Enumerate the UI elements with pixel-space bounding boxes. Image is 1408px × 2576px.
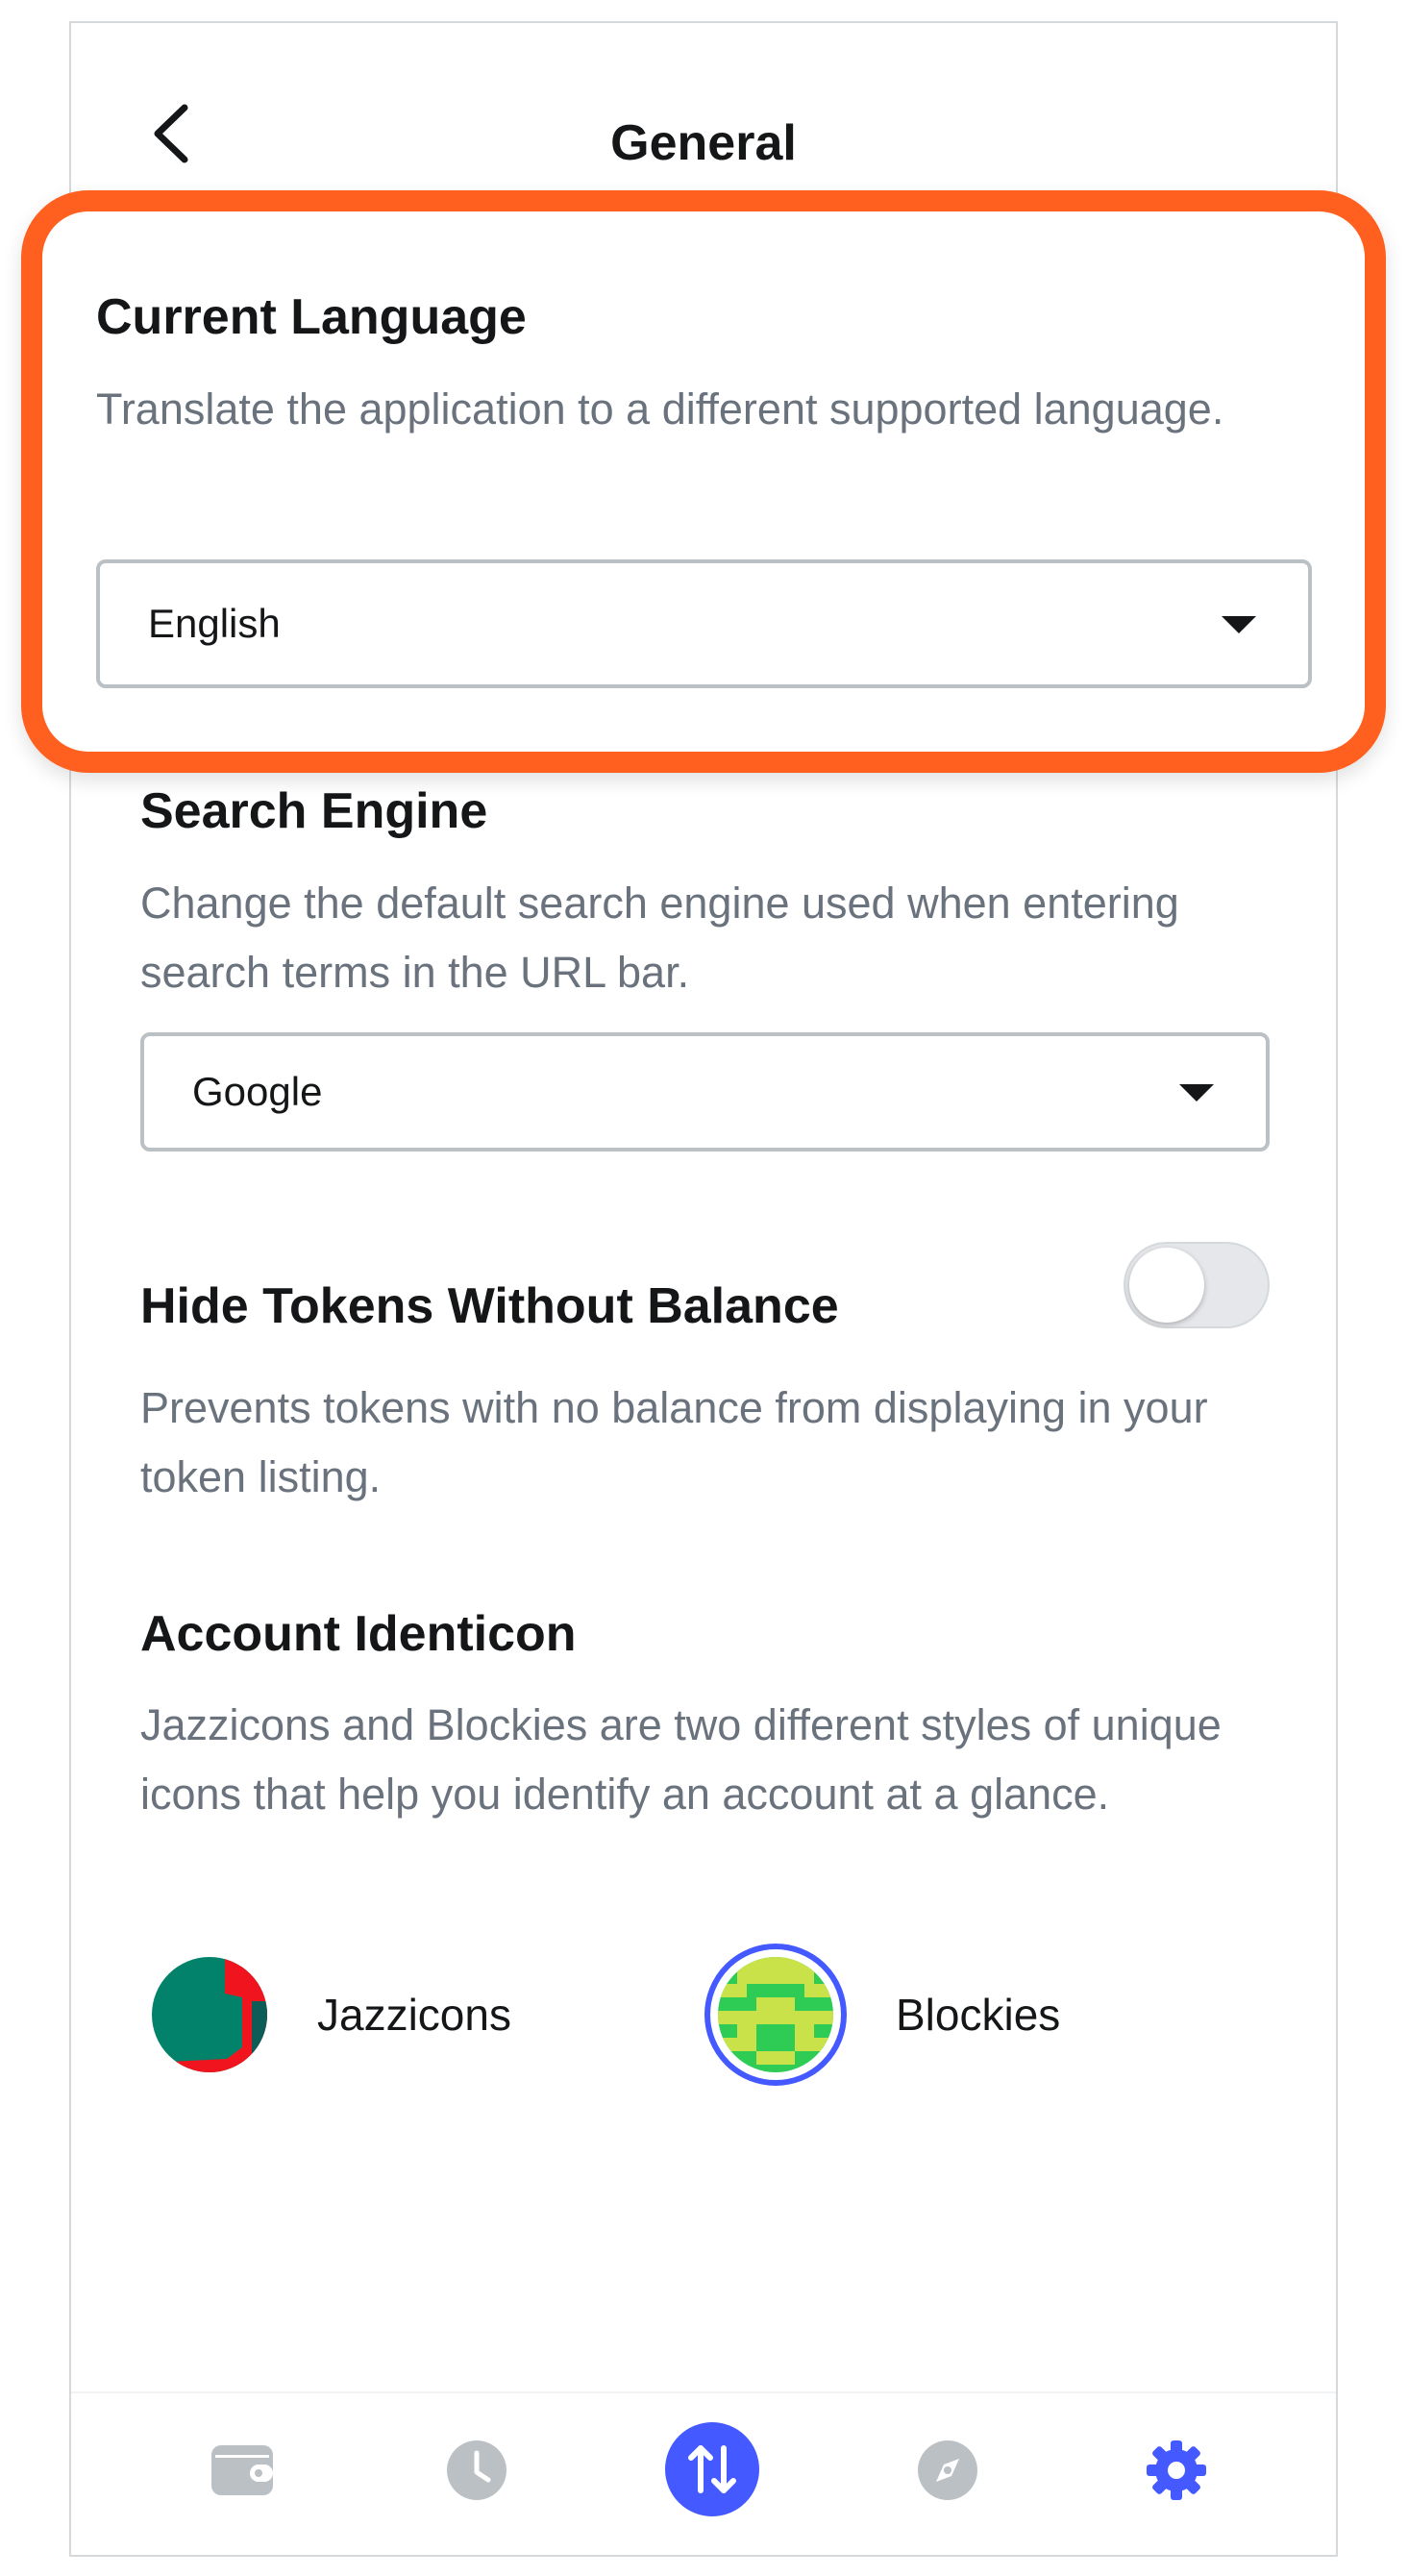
bottom-nav xyxy=(71,2391,1336,2555)
search-engine-title: Search Engine xyxy=(140,783,488,839)
toggle-knob xyxy=(1129,1248,1204,1323)
nav-swap[interactable] xyxy=(655,2413,769,2526)
swap-arrows-icon xyxy=(665,2422,759,2516)
search-engine-description: Change the default search engine used wh… xyxy=(140,879,1179,997)
account-identicon-description: Jazzicons and Blockies are two different… xyxy=(140,1700,1222,1819)
blockies-label: Blockies xyxy=(896,1990,1061,2040)
caret-down-icon xyxy=(1179,1084,1214,1102)
hide-tokens-toggle[interactable] xyxy=(1124,1242,1270,1328)
blockies-option[interactable]: Blockies xyxy=(704,1943,1060,2087)
caret-down-icon xyxy=(1222,616,1256,633)
wallet-icon xyxy=(211,2445,273,2495)
nav-settings[interactable] xyxy=(1128,2422,1224,2518)
gear-icon xyxy=(1147,2440,1206,2500)
current-language-highlight: Current Language Translate the applicati… xyxy=(21,190,1386,773)
compass-icon xyxy=(918,2440,977,2500)
current-language-description: Translate the application to a different… xyxy=(96,384,1224,433)
jazzicon-avatar xyxy=(152,1957,267,2072)
current-language-title: Current Language xyxy=(96,289,527,345)
hide-tokens-title: Hide Tokens Without Balance xyxy=(140,1278,839,1334)
jazzicons-option[interactable]: Jazzicons xyxy=(150,1955,511,2074)
language-select[interactable]: English xyxy=(96,559,1312,688)
jazzicons-label: Jazzicons xyxy=(317,1990,511,2040)
page-title: General xyxy=(610,115,797,171)
search-engine-select[interactable]: Google xyxy=(140,1032,1270,1152)
blockies-avatar xyxy=(704,1944,847,2086)
nav-wallet[interactable] xyxy=(194,2422,290,2518)
search-engine-selected: Google xyxy=(192,1069,323,1114)
nav-browser[interactable] xyxy=(900,2422,996,2518)
account-identicon-title: Account Identicon xyxy=(140,1606,577,1662)
clock-icon xyxy=(447,2440,506,2500)
hide-tokens-description: Prevents tokens with no balance from dis… xyxy=(140,1383,1208,1501)
language-selected: English xyxy=(148,601,281,646)
nav-activity[interactable] xyxy=(429,2422,525,2518)
